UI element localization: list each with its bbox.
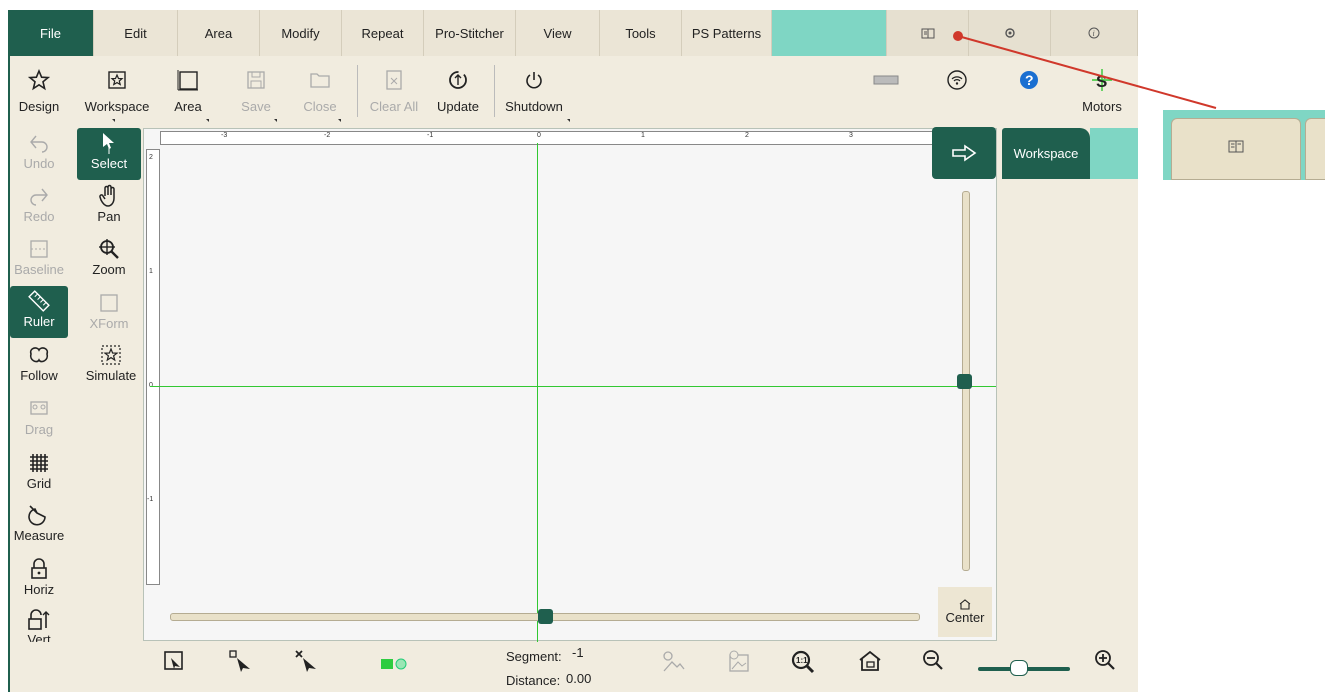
callout-book-tab: [1171, 118, 1301, 180]
app-window: File Edit Area Modify Repeat Pro-Stitche…: [0, 0, 1325, 692]
callout-zoom-panel: [1163, 110, 1325, 180]
callout-arrow: [953, 31, 1217, 109]
callout-next-tab: [1305, 118, 1325, 180]
callout-book-icon: [1228, 139, 1244, 153]
